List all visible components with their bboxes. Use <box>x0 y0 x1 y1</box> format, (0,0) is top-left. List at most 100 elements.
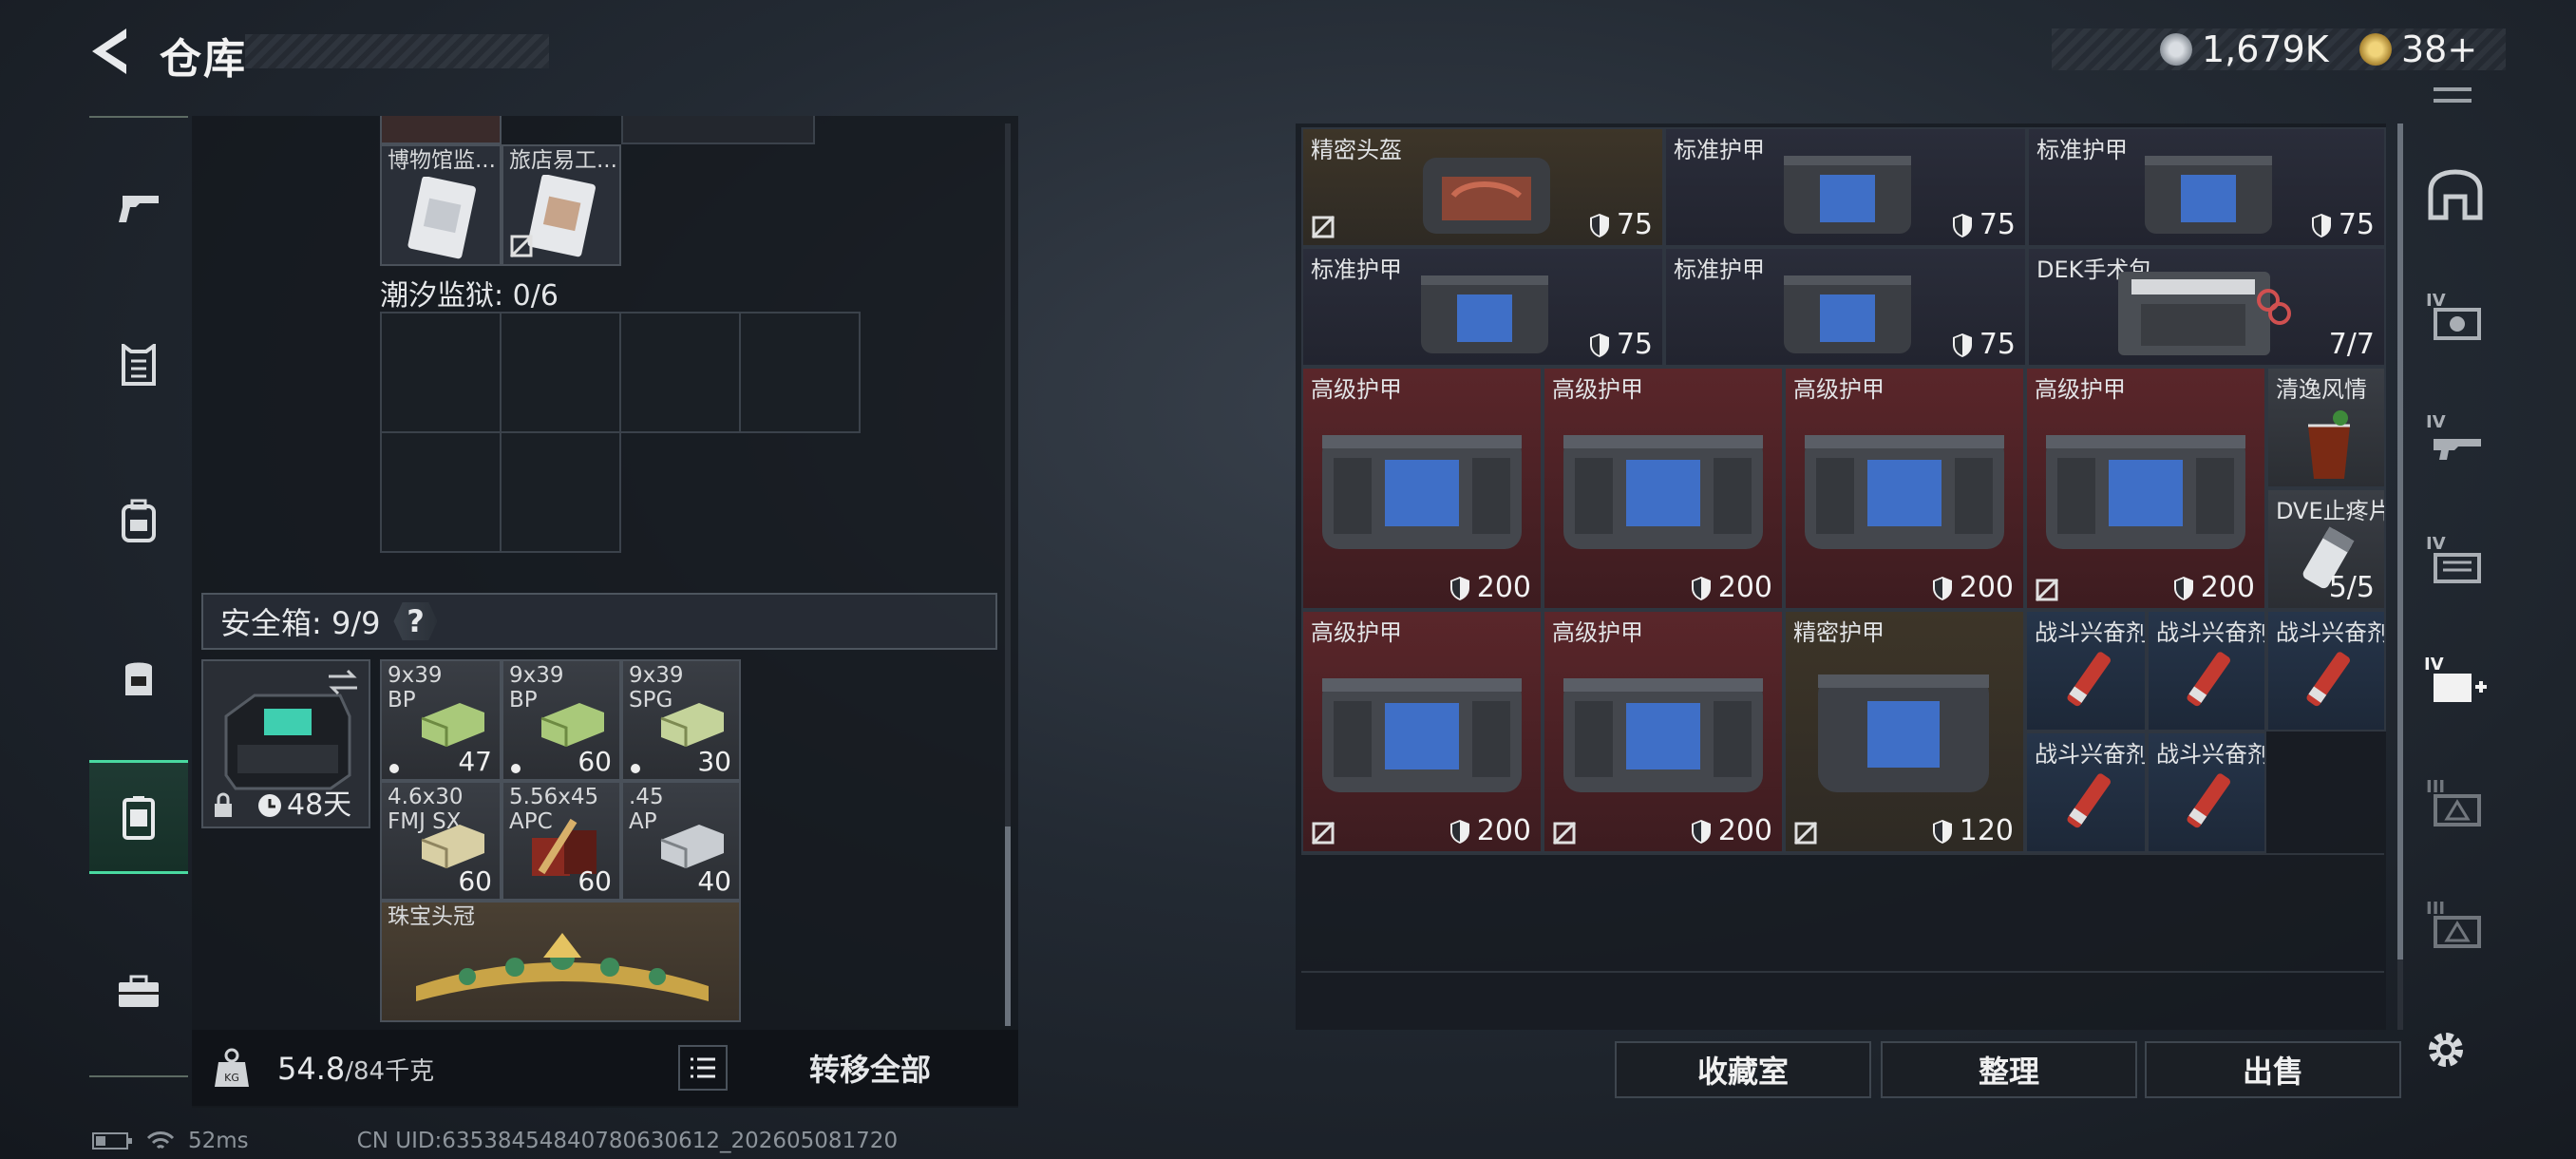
ammo-box-icon <box>421 703 484 747</box>
inventory-item-hotel-key[interactable]: 旅店易工... <box>502 144 621 266</box>
warehouse-item[interactable]: 战斗兴奋剂 <box>2025 610 2147 732</box>
safe-box-container[interactable]: 48天 <box>201 659 370 828</box>
warehouse-item[interactable]: DVE止疼片 5/5 <box>2266 488 2386 610</box>
storage-tab-iv-3[interactable]: IV <box>2413 517 2498 602</box>
warehouse-item[interactable]: 标准护甲 75 <box>1664 247 2027 367</box>
silver-currency[interactable]: 1,679K <box>2160 27 2329 72</box>
tier-storage-icon: IV <box>2426 534 2481 583</box>
warehouse-item[interactable]: 标准护甲 75 <box>1664 127 2027 247</box>
warehouse-item[interactable]: 清逸风情 <box>2266 367 2386 488</box>
back-button[interactable] <box>85 25 133 78</box>
keycard-icon <box>407 177 476 259</box>
shield-icon <box>1952 332 1972 357</box>
warehouse-item[interactable]: 战斗兴奋剂 <box>2147 610 2266 732</box>
empty-slot[interactable] <box>500 312 621 433</box>
warehouse-item[interactable]: 高级护甲 200 <box>2025 367 2266 610</box>
right-scrollbar-thumb[interactable] <box>2397 124 2403 960</box>
sidebar-item-backpack[interactable] <box>89 471 188 570</box>
grid-line <box>1301 971 2384 973</box>
ammo-dot-icon <box>389 764 399 773</box>
gear-icon <box>2429 1033 2463 1067</box>
empty-slot[interactable] <box>380 312 502 433</box>
warehouse-item[interactable]: 标准护甲 75 <box>2027 127 2386 247</box>
warehouse-item[interactable]: 精密头盔 75 <box>1301 127 1664 247</box>
shield-icon <box>1932 576 1952 600</box>
storage-tab-iii-2[interactable]: III <box>2413 882 2498 967</box>
ammo-box-icon <box>660 703 724 747</box>
weight-icon: KG <box>215 1048 249 1087</box>
sidebar-item-weapons[interactable] <box>89 158 188 256</box>
shield-icon <box>2173 576 2193 600</box>
shield-icon <box>2311 213 2331 238</box>
shield-icon <box>1691 819 1711 844</box>
warehouse-item[interactable]: 高级护甲 200 <box>1543 610 1784 853</box>
battery-icon <box>92 1132 132 1150</box>
warehouse-item[interactable]: DEK手术包 7/7 <box>2027 247 2386 367</box>
gun-icon <box>119 196 159 222</box>
sort-button[interactable]: 整理 <box>1881 1041 2137 1098</box>
sell-button[interactable]: 出售 <box>2145 1041 2401 1098</box>
storage-tab-iv-2[interactable]: IV <box>2413 395 2498 481</box>
ammo-item[interactable]: 9x39 SPG 30 <box>621 659 741 781</box>
sidebar-item-armor[interactable] <box>89 315 188 414</box>
ammo-item[interactable]: 9x39 BP 60 <box>502 659 621 781</box>
tier-storage-add-icon: IV <box>2424 655 2487 702</box>
first-aid-kit-icon <box>2118 272 2291 355</box>
empty-slot[interactable] <box>500 431 621 553</box>
armor-vest-icon <box>1784 276 1911 353</box>
armor-vest-icon <box>1563 435 1763 549</box>
unsellable-icon <box>2035 578 2059 602</box>
storage-tab-iv-1[interactable]: IV <box>2413 274 2498 359</box>
warehouse-item[interactable]: 高级护甲 200 <box>1543 367 1784 610</box>
transfer-all-button[interactable]: 转移全部 <box>745 1039 995 1096</box>
empty-slot[interactable] <box>380 431 502 553</box>
warehouse-item[interactable]: 战斗兴奋剂 <box>2266 610 2386 732</box>
gold-currency[interactable]: 38+ <box>2359 27 2477 72</box>
menu-bar <box>2434 87 2472 91</box>
clock-icon <box>258 794 281 817</box>
sidebar-item-toolbox[interactable] <box>89 942 188 1041</box>
settings-button[interactable] <box>2422 1026 2470 1074</box>
unsellable-icon <box>1311 821 1335 846</box>
ammo-box-icon <box>540 703 604 747</box>
syringe-icon <box>2187 652 2230 707</box>
storage-tab-main[interactable] <box>2413 152 2498 238</box>
safe-box-header: 安全箱: 9/9 ? <box>201 593 997 650</box>
swap-icon <box>329 669 357 695</box>
gold-coin-icon <box>2359 33 2392 66</box>
ammo-dot-icon <box>511 764 521 773</box>
warehouse-item[interactable]: 高级护甲 200 <box>1784 367 2025 610</box>
storage-tabs: IV IV IV IV III III <box>2407 78 2498 1028</box>
left-scrollbar-thumb[interactable] <box>1005 826 1011 1026</box>
warehouse-item[interactable]: 战斗兴奋剂 <box>2147 732 2266 853</box>
jewel-crown-item[interactable]: 珠宝头冠 <box>380 901 741 1022</box>
tier-storage-icon: IV <box>2426 291 2481 340</box>
inventory-item-museum-key[interactable]: 博物馆监... <box>380 144 502 266</box>
svg-text:IV: IV <box>2426 291 2446 311</box>
empty-slot[interactable] <box>619 312 741 433</box>
storage-tab-iii-1[interactable]: III <box>2413 760 2498 846</box>
warehouse-item[interactable]: 精密护甲 120 <box>1784 610 2025 853</box>
armor-vest-icon <box>1784 156 1911 234</box>
shield-icon <box>1952 213 1972 238</box>
sidebar-item-rig[interactable] <box>89 629 188 728</box>
syringe-icon <box>2067 652 2111 707</box>
ammo-item[interactable]: 4.6x30 FMJ SX 60 <box>380 781 502 901</box>
help-button[interactable]: ? <box>393 602 438 640</box>
collection-room-button[interactable]: 收藏室 <box>1615 1041 1871 1098</box>
warehouse-item[interactable]: 高级护甲 200 <box>1301 367 1543 610</box>
armor-vest-icon <box>1563 678 1763 792</box>
sidebar-item-container[interactable] <box>89 760 188 874</box>
ammo-item[interactable]: .45 AP 40 <box>621 781 741 901</box>
empty-slot[interactable] <box>739 312 861 433</box>
list-view-button[interactable] <box>678 1045 728 1091</box>
title-decoration <box>245 34 549 68</box>
ammo-item[interactable]: 5.56x45 APC 60 <box>502 781 621 901</box>
storage-tab-iv-plus[interactable]: IV <box>2413 638 2498 724</box>
syringe-icon <box>2067 773 2111 828</box>
warehouse-item[interactable]: 战斗兴奋剂 <box>2025 732 2147 853</box>
ammo-item[interactable]: 9x39 BP 47 <box>380 659 502 781</box>
warehouse-item[interactable]: 标准护甲 75 <box>1301 247 1664 367</box>
armor-vest-icon <box>1322 435 1522 549</box>
warehouse-item[interactable]: 高级护甲 200 <box>1301 610 1543 853</box>
